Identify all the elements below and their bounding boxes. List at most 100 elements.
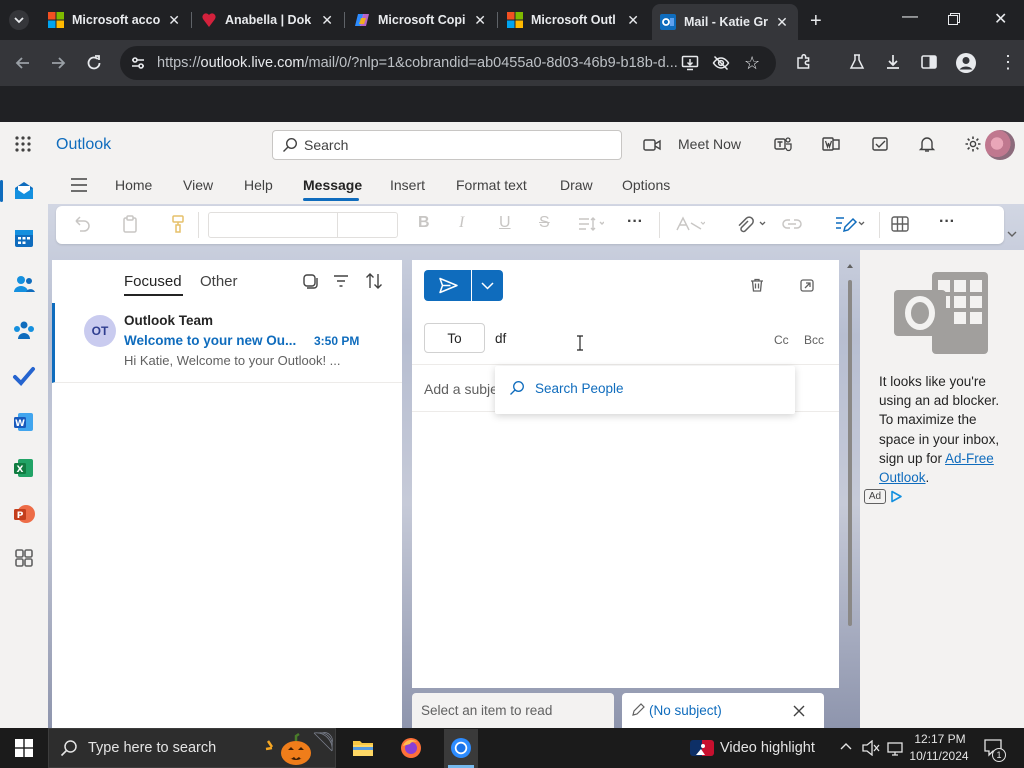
sort-icon[interactable] [365, 272, 383, 290]
extensions-icon[interactable] [795, 53, 813, 71]
file-explorer-icon[interactable] [352, 738, 374, 758]
browser-tab-microsoft-outlook[interactable]: Microsoft Outl ✕ [499, 6, 649, 34]
bold-icon[interactable]: B [418, 214, 438, 234]
new-tab-icon[interactable]: + [810, 10, 822, 33]
tab-insert[interactable]: Insert [390, 177, 425, 193]
pivot-focused[interactable]: Focused [124, 273, 182, 290]
pop-out-icon[interactable] [799, 277, 815, 293]
account-avatar[interactable] [985, 130, 1015, 160]
browser-tab-microsoft-copilot[interactable]: Microsoft Copi ✕ [346, 6, 496, 34]
tab-format-text[interactable]: Format text [456, 177, 527, 193]
profile-avatar-icon[interactable] [955, 52, 977, 74]
labs-flask-icon[interactable] [848, 53, 866, 71]
download-icon[interactable] [884, 53, 902, 71]
tab-options[interactable]: Options [622, 177, 670, 193]
mail-icon[interactable] [12, 179, 36, 203]
tab-home[interactable]: Home [115, 177, 152, 193]
install-app-icon[interactable] [681, 54, 699, 72]
tab-search-chevron-icon[interactable] [9, 10, 29, 30]
apps-grid-icon[interactable] [890, 214, 910, 234]
close-icon[interactable]: ✕ [319, 12, 335, 29]
eye-off-icon[interactable] [712, 54, 730, 72]
clock-date[interactable]: 10/11/2024 [906, 749, 972, 763]
restore-icon[interactable] [948, 13, 960, 25]
forward-icon[interactable] [49, 54, 67, 72]
window-close-icon[interactable]: ✕ [994, 9, 1007, 29]
minimize-icon[interactable]: — [902, 8, 918, 26]
mlb-logo-icon[interactable] [690, 740, 714, 756]
filter-icon[interactable] [333, 273, 349, 289]
clipboard-paste-icon[interactable] [120, 214, 140, 234]
app-launcher-icon[interactable] [14, 135, 32, 153]
browser-tab-anabella[interactable]: Anabella | Dok ✕ [193, 6, 343, 34]
tab-message[interactable]: Message [303, 177, 362, 193]
browser-tab-microsoft-account[interactable]: Microsoft acco ✕ [40, 6, 190, 34]
italic-icon[interactable]: I [459, 214, 479, 234]
word-icon[interactable]: W [12, 410, 36, 434]
close-icon[interactable] [792, 704, 806, 718]
format-painter-icon[interactable] [168, 214, 188, 234]
office-apps-icon[interactable] [822, 135, 840, 153]
calendar-icon[interactable] [12, 226, 36, 250]
line-spacing-icon[interactable] [578, 214, 604, 234]
outlook-brand[interactable]: Outlook [56, 136, 111, 154]
tab-view[interactable]: View [183, 177, 213, 193]
halloween-pumpkin-icon[interactable] [262, 731, 334, 767]
ribbon-expand-chevron-icon[interactable] [1006, 229, 1018, 239]
ribbon-overflow-icon[interactable]: ··· [939, 213, 955, 231]
clock-time[interactable]: 12:17 PM [914, 732, 966, 746]
powerpoint-icon[interactable]: P [12, 502, 36, 526]
search-people-option[interactable]: Search People [535, 381, 624, 396]
windows-start-icon[interactable] [15, 739, 33, 757]
to-field[interactable]: df [495, 331, 506, 346]
settings-gear-icon[interactable] [964, 135, 982, 153]
hamburger-menu-icon[interactable] [70, 177, 88, 193]
cc-button[interactable]: Cc [774, 333, 789, 347]
close-icon[interactable]: ✕ [166, 12, 182, 29]
bookmark-star-icon[interactable]: ☆ [744, 53, 760, 74]
people-icon[interactable] [12, 272, 36, 296]
url-text[interactable]: https://outlook.live.com/mail/0/?nlp=1&c… [157, 55, 682, 71]
excel-icon[interactable]: X [12, 456, 36, 480]
meet-now-button[interactable]: Meet Now [678, 136, 741, 152]
close-icon[interactable]: ✕ [625, 12, 641, 29]
styles-icon[interactable] [675, 214, 705, 234]
back-icon[interactable] [14, 54, 32, 72]
underline-icon[interactable]: U [499, 214, 519, 234]
scrollbar[interactable] [846, 262, 854, 632]
bell-icon[interactable] [918, 135, 936, 153]
pivot-other[interactable]: Other [200, 273, 238, 290]
font-family-select[interactable] [208, 212, 398, 238]
adchoices-icon[interactable] [890, 490, 903, 503]
my-day-icon[interactable] [871, 135, 889, 153]
discard-trash-icon[interactable] [749, 277, 765, 293]
volume-muted-icon[interactable] [862, 740, 880, 756]
groups-icon[interactable] [12, 318, 36, 342]
to-button[interactable]: To [424, 323, 485, 353]
todo-check-icon[interactable] [12, 364, 36, 388]
reload-icon[interactable] [85, 54, 103, 72]
network-icon[interactable] [887, 740, 903, 756]
video-camera-icon[interactable] [643, 137, 661, 153]
close-icon[interactable]: ✕ [774, 14, 790, 31]
close-icon[interactable]: ✕ [472, 12, 488, 29]
signature-pen-icon[interactable] [833, 214, 865, 234]
tab-draw[interactable]: Draw [560, 177, 593, 193]
send-options-button[interactable] [472, 270, 503, 301]
send-button[interactable] [424, 270, 471, 301]
show-hidden-icons-chevron-icon[interactable] [839, 741, 853, 751]
firefox-icon[interactable] [400, 737, 422, 759]
select-mode-icon[interactable] [302, 273, 318, 289]
link-icon[interactable] [782, 214, 802, 234]
more-menu-icon[interactable]: ⋮ [999, 53, 1017, 71]
side-panel-icon[interactable] [920, 53, 938, 71]
browser-tab-mail-katie[interactable]: Mail - Katie Gr ✕ [652, 4, 798, 40]
tab-help[interactable]: Help [244, 177, 273, 193]
undo-icon[interactable] [72, 214, 92, 234]
bcc-button[interactable]: Bcc [804, 333, 824, 347]
teams-icon[interactable] [774, 135, 792, 153]
strikethrough-icon[interactable]: S [539, 214, 559, 234]
more-apps-icon[interactable] [12, 546, 36, 570]
attach-paperclip-icon[interactable] [734, 214, 766, 234]
more-formatting-icon[interactable]: ··· [627, 213, 643, 231]
